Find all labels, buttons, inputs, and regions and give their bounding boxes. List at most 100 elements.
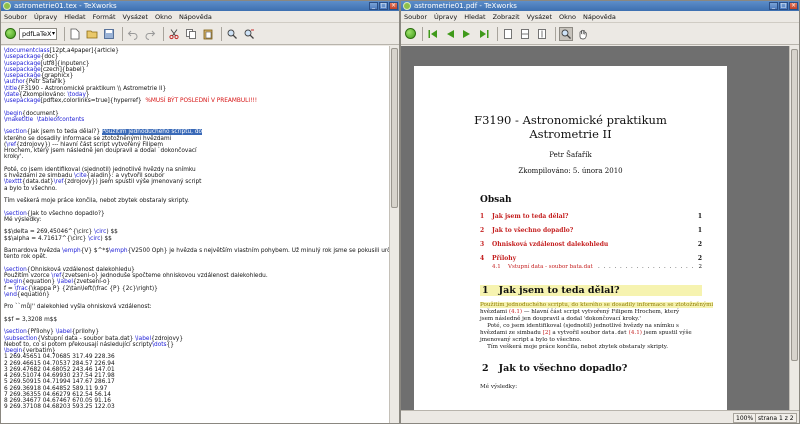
citation-link[interactable]: [2] <box>543 330 551 336</box>
source-token: {zdrojovy}) jsem spustil výše jmenovaný … <box>63 179 202 186</box>
source-token: tento rok opět. <box>4 254 48 261</box>
source-token: 5 269.50915 04.71994 147.67 286.17 <box>4 379 115 386</box>
paste-icon[interactable] <box>201 27 215 41</box>
source-token <box>4 161 6 167</box>
source-token: \documentclass <box>4 48 50 54</box>
menu-hledat[interactable]: Hledat <box>64 13 85 21</box>
editor-window: astrometrie01.tex - TeXworks _ □ × Soubo… <box>0 0 400 424</box>
source-token: \begin <box>4 279 23 286</box>
menu-okno[interactable]: Okno <box>559 13 576 21</box>
source-token: Použitím vzorce <box>4 273 52 279</box>
source-line[interactable]: 9 269.37108 04.68203 593.25 122.03 <box>4 404 388 410</box>
source-token: \usepackage <box>4 66 41 73</box>
pdf-viewport[interactable]: F3190 - Astronomické praktikum Astrometr… <box>401 46 791 410</box>
section-1-ref-link-2[interactable]: (4.1) <box>629 330 642 336</box>
source-token: \section <box>4 210 27 217</box>
find-icon[interactable] <box>225 27 239 41</box>
menu-napoveda[interactable]: Nápověda <box>583 13 616 21</box>
menu-upravy[interactable]: Úpravy <box>434 13 457 21</box>
section-1-ref-link[interactable]: (4.1) <box>509 309 522 315</box>
menu-okno[interactable]: Okno <box>155 13 172 21</box>
menu-vysazet[interactable]: Vysázet <box>527 13 552 21</box>
source-token: {zvetseni-o} jednoduše spočteme ohniskov… <box>61 273 268 279</box>
previous-page-icon[interactable] <box>443 27 457 41</box>
source-token: \begin <box>4 348 23 354</box>
close-button[interactable]: × <box>389 2 398 10</box>
editor-scrollbar-thumb[interactable] <box>391 48 398 208</box>
maximize-button[interactable]: □ <box>379 2 388 10</box>
magnifier-tool-icon[interactable] <box>559 26 573 41</box>
section-2-line-1: Mé výsledky: <box>480 384 518 390</box>
toolbar-separator <box>221 26 222 41</box>
source-token: $$f = 3,3208 m$$ <box>4 316 58 323</box>
zoom-level[interactable]: 100% <box>733 413 757 423</box>
new-file-icon[interactable] <box>68 27 82 41</box>
next-page-icon[interactable] <box>460 27 474 41</box>
source-token: 4 269.51074 04.69930 237.54 217.98 <box>4 373 115 379</box>
menu-napoveda[interactable]: Nápověda <box>179 13 212 21</box>
source-token: {V2500 Oph} je hvězda s největším vlastn… <box>127 248 391 254</box>
source-token: [pdftex,colorlinks=true]{hyperref} <box>40 98 146 104</box>
source-token: Hrochem, který jsem následně jen douprav… <box>4 148 197 154</box>
menu-soubor[interactable]: Soubor <box>404 13 427 21</box>
source-token: 6 269.36918 04.64852 589.11 9.97 <box>4 385 108 392</box>
fit-page-icon[interactable] <box>535 27 549 41</box>
source-token: \section <box>4 329 27 336</box>
open-file-icon[interactable] <box>85 27 99 41</box>
pdf-toolbar <box>401 23 799 45</box>
first-page-icon[interactable] <box>426 27 440 41</box>
source-token: \date <box>4 91 20 98</box>
source-editor[interactable]: \documentclass[12pt,a4paper]{article} \us… <box>1 46 391 423</box>
copy-icon[interactable] <box>184 27 198 41</box>
hand-tool-icon[interactable] <box>576 27 590 41</box>
last-page-icon[interactable] <box>477 27 491 41</box>
source-token: [12pt,a4paper]{article} <box>49 48 119 54</box>
cut-icon[interactable] <box>167 27 181 41</box>
source-token <box>4 192 6 198</box>
replace-icon[interactable] <box>242 27 256 41</box>
typeset-play-icon[interactable] <box>5 28 16 39</box>
minimize-button[interactable]: _ <box>769 2 778 10</box>
document-date: Zkompilováno: 5. února 2010 <box>518 167 623 175</box>
source-token: \circ <box>88 235 101 242</box>
source-token: \today <box>67 91 86 98</box>
menu-format[interactable]: Formát <box>93 13 116 21</box>
page-indicator: strana 1 z 2 <box>755 413 797 423</box>
actual-size-icon[interactable] <box>501 27 515 41</box>
engine-select[interactable]: pdfLaTeX ▾ <box>19 27 57 40</box>
source-token: [utf8]{inputenc} <box>40 60 90 67</box>
menu-hledat[interactable]: Hledat <box>464 13 485 21</box>
minimize-button[interactable]: _ <box>369 2 378 10</box>
source-token <box>4 223 6 229</box>
source-token: \frac <box>14 285 28 292</box>
source-token: \label <box>56 279 73 286</box>
source-token: \label <box>55 329 72 336</box>
close-button[interactable]: × <box>789 2 798 10</box>
source-token: %MUSÍ BÝT POSLEDNÍ V PREAMBULI!!! <box>145 98 258 104</box>
source-line[interactable]: Barnardova hvězda \emph{V} $^*$\emph{V25… <box>4 248 391 254</box>
maximize-button[interactable]: □ <box>779 2 788 10</box>
editor-titlebar[interactable]: astrometrie01.tex - TeXworks _ □ × <box>1 1 399 11</box>
section-1-line-7: Tím veškerá moje práce končila, nebot zb… <box>480 344 668 350</box>
redo-icon[interactable] <box>143 27 157 41</box>
undo-icon[interactable] <box>126 27 140 41</box>
menu-upravy[interactable]: Úpravy <box>34 13 57 21</box>
toolbar-separator <box>422 26 423 41</box>
section-1-heading: 1 Jak jsem to teda dělal? <box>480 285 702 296</box>
toolbar-separator <box>555 26 556 41</box>
source-token: {Zkompilováno: <box>19 91 68 98</box>
source-token: {} <box>166 341 174 348</box>
menu-zobrazit[interactable]: Zobrazit <box>493 13 520 21</box>
source-token <box>4 261 6 267</box>
source-token: Mé výsledky: <box>4 216 42 223</box>
fit-width-icon[interactable] <box>518 27 532 41</box>
pdf-titlebar[interactable]: astrometrie01.pdf - TeXworks _ □ × <box>401 1 799 11</box>
pdf-scrollbar[interactable] <box>789 46 799 410</box>
source-token: {zdrojovy} <box>151 335 184 342</box>
typeset-play-icon[interactable] <box>405 28 416 39</box>
menu-vysazet[interactable]: Vysázet <box>123 13 148 21</box>
editor-scrollbar[interactable] <box>389 46 399 423</box>
save-icon[interactable] <box>102 27 116 41</box>
pdf-scrollbar-thumb[interactable] <box>791 49 798 361</box>
menu-soubor[interactable]: Soubor <box>4 13 27 21</box>
